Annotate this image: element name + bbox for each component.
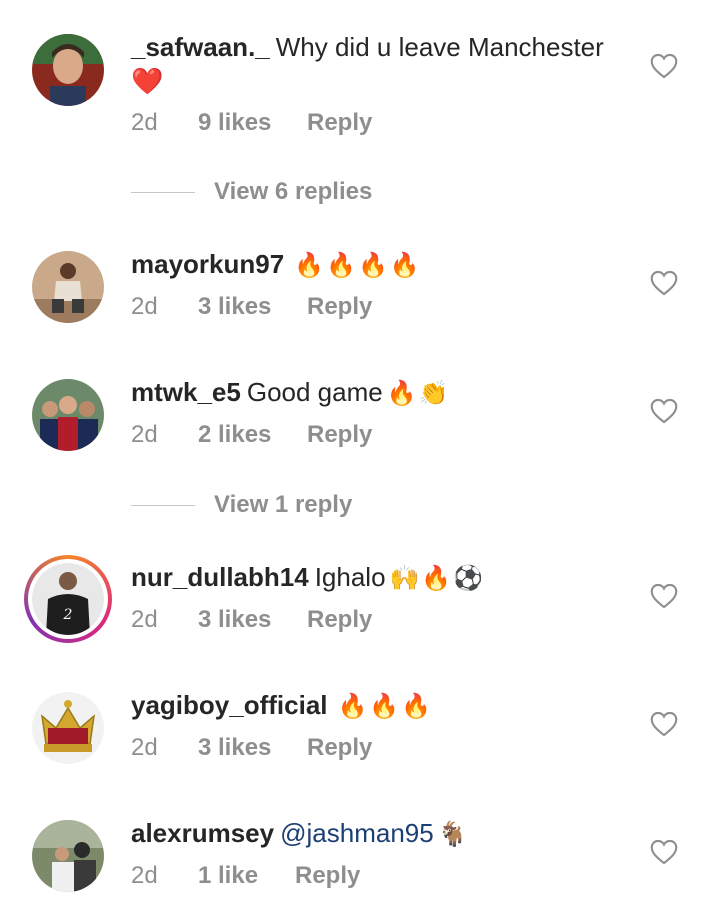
avatar[interactable] bbox=[32, 379, 104, 451]
heart-outline-icon[interactable] bbox=[650, 839, 678, 865]
comment-text: Ighalo bbox=[314, 562, 386, 592]
goat-emoji: 🐐 bbox=[437, 821, 470, 848]
svg-text:2: 2 bbox=[63, 607, 73, 623]
heart-outline-icon[interactable] bbox=[650, 398, 678, 424]
fire-clap-emoji: 🔥👏 bbox=[386, 380, 451, 407]
hands-fire-ball-emoji: 🙌🔥⚽ bbox=[389, 565, 486, 592]
likes-count[interactable]: 3 likes bbox=[198, 605, 271, 635]
avatar-photo: 2 bbox=[32, 563, 104, 635]
heart-outline-icon[interactable] bbox=[650, 53, 678, 79]
username[interactable]: mayorkun97 bbox=[131, 249, 284, 279]
view-replies-label: View 6 replies bbox=[214, 178, 373, 205]
comment-body: _safwaan._ Why did u leave Manchester ❤️ bbox=[131, 30, 628, 98]
username[interactable]: nur_dullabh14 bbox=[131, 562, 309, 592]
timestamp: 2d bbox=[131, 293, 158, 320]
avatar-photo bbox=[32, 692, 104, 764]
mention-link[interactable]: @jashman95 bbox=[280, 818, 434, 848]
reply-divider-line bbox=[131, 505, 195, 506]
username[interactable]: alexrumsey bbox=[131, 818, 274, 848]
avatar[interactable] bbox=[32, 251, 104, 323]
comment-body: yagiboy_official 🔥🔥🔥 bbox=[131, 688, 628, 724]
timestamp: 2d bbox=[131, 862, 158, 889]
username[interactable]: _safwaan._ bbox=[131, 32, 270, 62]
avatar-photo bbox=[32, 34, 104, 106]
reply-button[interactable]: Reply bbox=[307, 733, 372, 763]
red-heart-emoji: ❤️ bbox=[131, 66, 164, 96]
username[interactable]: mtwk_e5 bbox=[131, 377, 241, 407]
likes-count[interactable]: 9 likes bbox=[198, 108, 271, 138]
reply-button[interactable]: Reply bbox=[307, 292, 372, 322]
comment-body: mtwk_e5 Good game 🔥👏 bbox=[131, 375, 628, 411]
reply-divider-line bbox=[131, 192, 195, 193]
heart-outline-icon[interactable] bbox=[650, 583, 678, 609]
avatar[interactable] bbox=[32, 820, 104, 892]
avatar[interactable] bbox=[32, 692, 104, 764]
comment-body: mayorkun97 🔥🔥🔥🔥 bbox=[131, 247, 628, 283]
likes-count[interactable]: 3 likes bbox=[198, 292, 271, 322]
avatar-photo bbox=[32, 820, 104, 892]
reply-button[interactable]: Reply bbox=[307, 108, 372, 138]
timestamp: 2d bbox=[131, 421, 158, 448]
avatar-photo bbox=[32, 379, 104, 451]
avatar-ring-inner: 2 bbox=[28, 559, 108, 639]
username[interactable]: yagiboy_official bbox=[131, 690, 328, 720]
avatar[interactable] bbox=[32, 34, 104, 106]
heart-outline-icon[interactable] bbox=[650, 711, 678, 737]
comment-text: Why did u leave Manchester bbox=[275, 32, 604, 62]
reply-button[interactable]: Reply bbox=[307, 420, 372, 450]
comment-body: nur_dullabh14 Ighalo 🙌🔥⚽ bbox=[131, 560, 628, 596]
timestamp: 2d bbox=[131, 606, 158, 633]
reply-button[interactable]: Reply bbox=[295, 861, 360, 891]
comment-body: alexrumsey @jashman95 🐐 bbox=[131, 816, 628, 852]
timestamp: 2d bbox=[131, 109, 158, 136]
comment-text: Good game bbox=[246, 377, 383, 407]
fire-emoji: 🔥🔥🔥 bbox=[337, 693, 434, 720]
likes-count[interactable]: 2 likes bbox=[198, 420, 271, 450]
fire-emoji: 🔥🔥🔥🔥 bbox=[294, 252, 422, 279]
avatar-with-story-ring[interactable]: 2 bbox=[24, 555, 112, 643]
heart-outline-icon[interactable] bbox=[650, 270, 678, 296]
avatar-photo bbox=[32, 251, 104, 323]
timestamp: 2d bbox=[131, 734, 158, 761]
reply-button[interactable]: Reply bbox=[307, 605, 372, 635]
likes-count[interactable]: 1 like bbox=[198, 861, 258, 891]
likes-count[interactable]: 3 likes bbox=[198, 733, 271, 763]
view-replies-label: View 1 reply bbox=[214, 491, 353, 518]
